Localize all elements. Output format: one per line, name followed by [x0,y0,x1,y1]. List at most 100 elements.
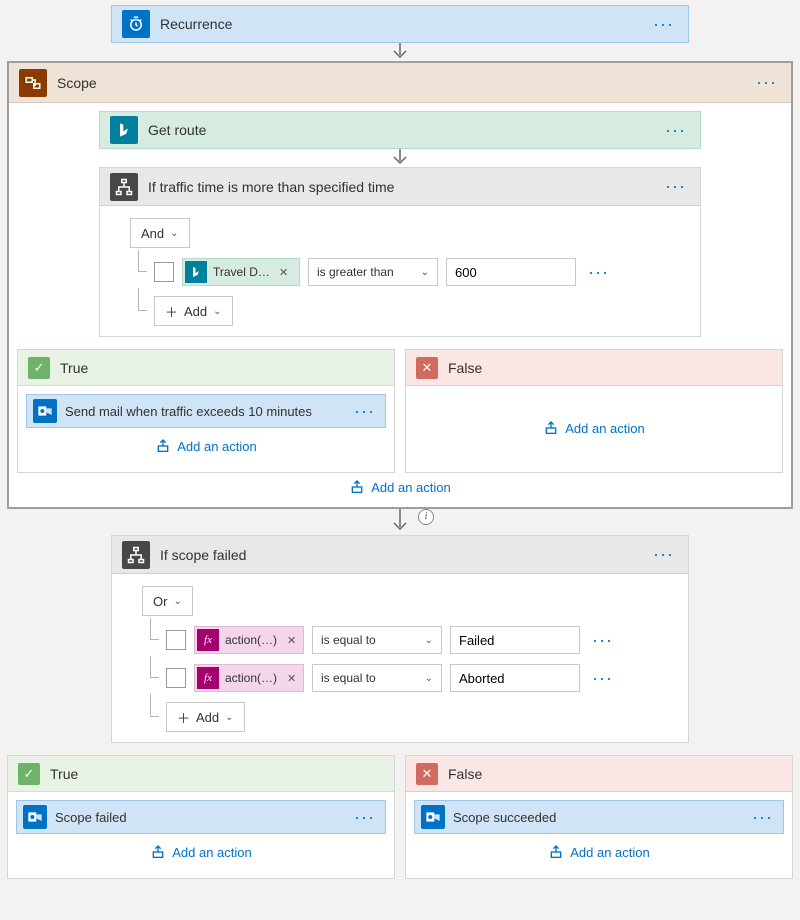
value-input[interactable] [450,664,580,692]
operator-label: is equal to [321,671,376,685]
plus-icon: ＋ [165,302,178,321]
add-condition-button[interactable]: ＋ Add ⌄ [166,702,245,732]
add-action-button[interactable]: Add an action [9,473,791,501]
scope-container: Scope ··· Get route ··· [7,61,793,509]
row-checkbox[interactable] [166,630,186,650]
operator-dropdown[interactable]: is equal to ⌄ [312,626,442,654]
logic-op-dropdown[interactable]: And ⌄ [130,218,190,248]
add-action-label: Add an action [570,845,650,860]
true-title: True [40,766,78,782]
outlook-icon [421,805,445,829]
more-menu[interactable]: ··· [649,544,678,565]
operator-label: is equal to [321,633,376,647]
add-action-button[interactable]: Add an action [26,434,386,458]
info-icon[interactable]: i [418,509,434,525]
fx-icon: fx [197,629,219,651]
false-branch: ✕ False Add an action [405,349,783,473]
if-traffic-header[interactable]: If traffic time is more than specified t… [100,168,700,206]
more-menu[interactable]: ··· [748,807,777,828]
add-action-button[interactable]: Add an action [414,416,774,440]
recurrence-card[interactable]: Recurrence ··· [111,5,689,43]
check-icon: ✓ [18,763,40,785]
false-title: False [438,766,482,782]
operator-dropdown[interactable]: is equal to ⌄ [312,664,442,692]
value-input[interactable] [446,258,576,286]
send-mail-card[interactable]: Send mail when traffic exceeds 10 minute… [26,394,386,428]
condition-row: Travel D… ✕ is greater than ⌄ ··· [130,258,684,286]
if-scope-failed-card: If scope failed ··· Or ⌄ fx action(…) ✕ … [111,535,689,743]
fx-icon: fx [197,667,219,689]
true-title: True [50,360,88,376]
logic-op-label: And [141,226,164,241]
condition-icon [110,173,138,201]
scope-succeeded-title: Scope succeeded [445,810,748,825]
if-scope-failed-title: If scope failed [150,547,649,563]
bing-icon [110,116,138,144]
get-route-title: Get route [138,122,661,138]
token-label: action(…) [225,671,281,685]
add-action-label: Add an action [371,480,451,495]
close-icon: ✕ [416,763,438,785]
true-header: ✓ True [18,350,394,386]
chevron-down-icon: ⌄ [421,267,429,278]
more-menu[interactable]: ··· [661,176,690,197]
more-menu[interactable]: ··· [649,14,678,35]
false-title: False [438,360,482,376]
close-icon: ✕ [416,357,438,379]
outlook-icon [23,805,47,829]
true-header: ✓ True [8,756,394,792]
scope-header[interactable]: Scope ··· [9,63,791,103]
more-menu[interactable]: ··· [661,120,690,141]
chevron-down-icon: ⌄ [173,596,181,607]
more-menu[interactable]: ··· [350,807,379,828]
add-condition-button[interactable]: ＋ Add ⌄ [154,296,233,326]
value-input[interactable] [450,626,580,654]
add-action-label: Add an action [177,439,257,454]
remove-token-icon[interactable]: ✕ [287,672,296,685]
more-menu[interactable]: ··· [752,72,781,93]
condition-row: fx action(…) ✕ is equal to ⌄ ··· [142,664,672,692]
outer-false-branch: ✕ False Scope succeeded ··· Add an actio… [405,755,793,879]
if-scope-failed-header[interactable]: If scope failed ··· [112,536,688,574]
add-action-label: Add an action [565,421,645,436]
true-branch: ✓ True Send mail when traffic exceeds 10… [17,349,395,473]
scope-title: Scope [47,75,752,91]
more-menu[interactable]: ··· [588,668,617,689]
token-label: action(…) [225,633,281,647]
get-route-card[interactable]: Get route ··· [99,111,701,149]
false-header: ✕ False [406,350,782,386]
scope-failed-card[interactable]: Scope failed ··· [16,800,386,834]
chevron-down-icon: ⌄ [170,228,178,239]
add-action-label: Add an action [172,845,252,860]
remove-token-icon[interactable]: ✕ [287,634,296,647]
chevron-down-icon: ⌄ [213,306,221,317]
more-menu[interactable]: ··· [588,630,617,651]
remove-token-icon[interactable]: ✕ [279,266,288,279]
add-action-button[interactable]: Add an action [414,840,784,864]
scope-failed-title: Scope failed [47,810,350,825]
logic-op-dropdown[interactable]: Or ⌄ [142,586,193,616]
row-checkbox[interactable] [166,668,186,688]
scope-succeeded-card[interactable]: Scope succeeded ··· [414,800,784,834]
condition-row: fx action(…) ✕ is equal to ⌄ ··· [142,626,672,654]
more-menu[interactable]: ··· [584,262,613,283]
operand-token[interactable]: fx action(…) ✕ [194,664,304,692]
logic-op-label: Or [153,594,167,609]
if-traffic-card: If traffic time is more than specified t… [99,167,701,337]
chevron-down-icon: ⌄ [425,635,433,646]
operator-label: is greater than [317,265,394,279]
plus-icon: ＋ [177,708,190,727]
clock-icon [122,10,150,38]
bing-icon [185,261,207,283]
scope-icon [19,69,47,97]
operand-token[interactable]: Travel D… ✕ [182,258,300,286]
chevron-down-icon: ⌄ [225,712,233,723]
recurrence-title: Recurrence [150,16,649,32]
arrow-down-icon: i [1,509,799,535]
more-menu[interactable]: ··· [350,401,379,422]
arrow-down-icon [9,149,791,167]
operator-dropdown[interactable]: is greater than ⌄ [308,258,438,286]
operand-token[interactable]: fx action(…) ✕ [194,626,304,654]
row-checkbox[interactable] [154,262,174,282]
add-action-button[interactable]: Add an action [16,840,386,864]
